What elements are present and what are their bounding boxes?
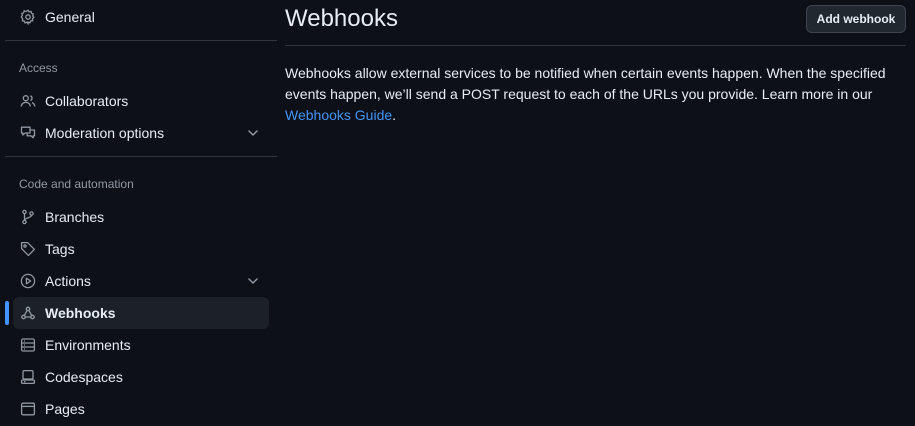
browser-icon — [20, 401, 36, 417]
sidebar-item-label: Webhooks — [45, 305, 116, 321]
settings-sidebar: General Access Collaborators Moderation … — [0, 0, 277, 426]
chevron-down-icon[interactable] — [246, 126, 260, 140]
group-title-code-and-automation: Code and automation — [19, 177, 134, 191]
add-webhook-button[interactable]: Add webhook — [806, 5, 906, 33]
header-divider — [285, 45, 906, 46]
main-content: Webhooks Add webhook Webhooks allow exte… — [285, 0, 906, 426]
tag-icon — [20, 241, 36, 257]
webhooks-description: Webhooks allow external services to be n… — [285, 63, 895, 126]
sidebar-item-codespaces[interactable]: Codespaces — [13, 361, 269, 393]
sidebar-item-tags[interactable]: Tags — [13, 233, 269, 265]
sidebar-item-label: Branches — [45, 209, 105, 225]
webhooks-guide-link[interactable]: Webhooks Guide — [285, 107, 392, 123]
webhook-icon — [20, 305, 36, 321]
settings-page: General Access Collaborators Moderation … — [0, 0, 915, 426]
sidebar-item-environments[interactable]: Environments — [13, 329, 269, 361]
sidebar-item-pages[interactable]: Pages — [13, 393, 269, 425]
sidebar-item-label: General — [45, 9, 95, 25]
sidebar-item-label: Pages — [45, 401, 85, 417]
sidebar-divider — [5, 156, 277, 157]
sidebar-item-collaborators[interactable]: Collaborators — [13, 85, 269, 117]
sidebar-item-actions[interactable]: Actions — [13, 265, 269, 297]
sidebar-item-branches[interactable]: Branches — [13, 201, 269, 233]
sidebar-divider — [5, 40, 277, 41]
sidebar-item-general[interactable]: General — [13, 1, 269, 33]
sidebar-item-label: Environments — [45, 337, 131, 353]
codespaces-icon — [20, 369, 36, 385]
sidebar-item-moderation-options[interactable]: Moderation options — [13, 117, 269, 149]
comment-discussion-icon — [20, 125, 36, 141]
description-text: Webhooks allow external services to be n… — [285, 65, 886, 102]
sidebar-item-label: Moderation options — [45, 125, 165, 141]
sidebar-item-label: Tags — [45, 241, 75, 257]
description-end: . — [392, 107, 397, 123]
play-icon — [20, 273, 36, 289]
sidebar-item-webhooks[interactable]: Webhooks — [5, 297, 269, 329]
sidebar-item-label: Codespaces — [45, 369, 123, 385]
chevron-down-icon[interactable] — [246, 274, 260, 288]
sidebar-item-label: Collaborators — [45, 93, 129, 109]
git-branch-icon — [20, 209, 36, 225]
sidebar-item-label: Actions — [45, 273, 91, 289]
people-icon — [20, 93, 36, 109]
page-title: Webhooks — [285, 5, 398, 32]
server-icon — [20, 337, 36, 353]
gear-icon — [20, 9, 36, 25]
active-indicator — [5, 301, 9, 325]
group-title-access: Access — [19, 61, 58, 75]
